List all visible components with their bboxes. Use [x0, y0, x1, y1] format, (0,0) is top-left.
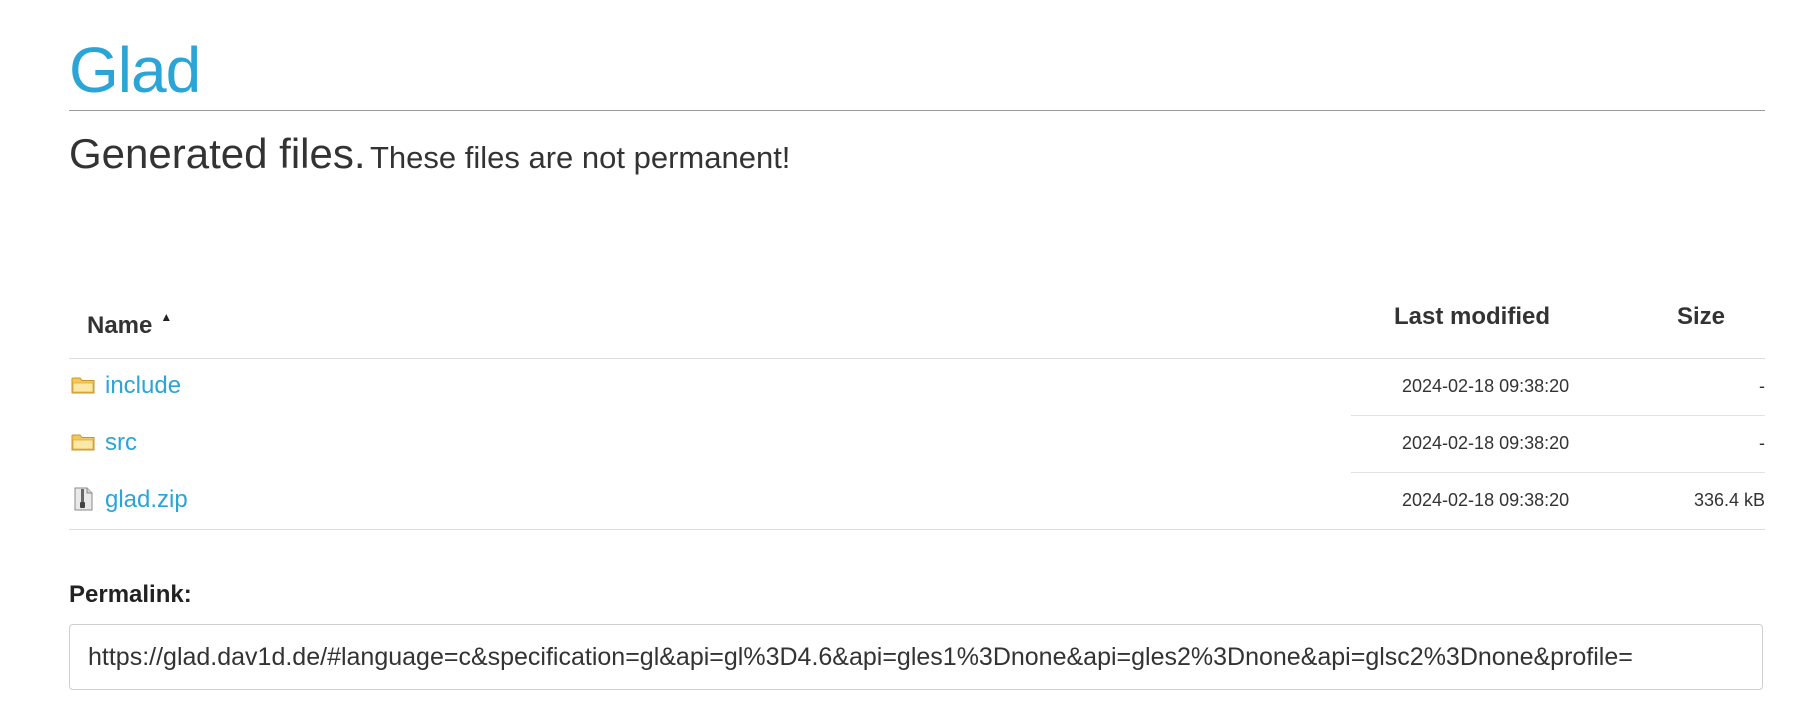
row-divider — [69, 529, 1765, 530]
column-header-size[interactable]: Size — [1677, 302, 1725, 332]
column-header-name[interactable]: Name ▲ — [87, 302, 172, 341]
column-header-last-modified[interactable]: Last modified — [1394, 302, 1550, 332]
file-link-include[interactable]: include — [105, 371, 181, 401]
size-cell: - — [1759, 376, 1765, 396]
site-title: Glad — [69, 34, 201, 106]
size-cell: 336.4 kB — [1693, 490, 1765, 510]
file-link-src[interactable]: src — [105, 428, 137, 458]
modified-cell: 2024-02-18 09:38:20 — [1402, 376, 1570, 396]
table-row: include 2024-02-18 09:38:20 - — [69, 359, 1765, 416]
column-header-name-label: Name — [87, 312, 153, 339]
modified-cell: 2024-02-18 09:38:20 — [1402, 433, 1570, 453]
title-divider — [69, 110, 1765, 111]
modified-cell: 2024-02-18 09:38:20 — [1402, 490, 1570, 510]
heading-note: These files are not permanent! — [369, 140, 791, 175]
folder-icon — [71, 430, 95, 454]
folder-icon — [71, 373, 95, 397]
heading-main: Generated files. — [69, 130, 366, 177]
files-table: Name ▲ Last modified Size include 2024-02… — [69, 282, 1765, 530]
sort-ascending-icon: ▲ — [160, 310, 173, 324]
size-cell: - — [1759, 433, 1765, 453]
table-row: glad.zip 2024-02-18 09:38:20 336.4 kB — [69, 473, 1765, 530]
file-link-glad-zip[interactable]: glad.zip — [105, 485, 188, 515]
page-heading: Generated files. These files are not per… — [69, 128, 790, 190]
table-row: src 2024-02-18 09:38:20 - — [69, 416, 1765, 473]
permalink-label: Permalink: — [69, 581, 192, 608]
permalink-input[interactable] — [69, 624, 1763, 690]
table-header: Name ▲ Last modified Size — [69, 282, 1765, 359]
zip-file-icon — [71, 487, 95, 511]
